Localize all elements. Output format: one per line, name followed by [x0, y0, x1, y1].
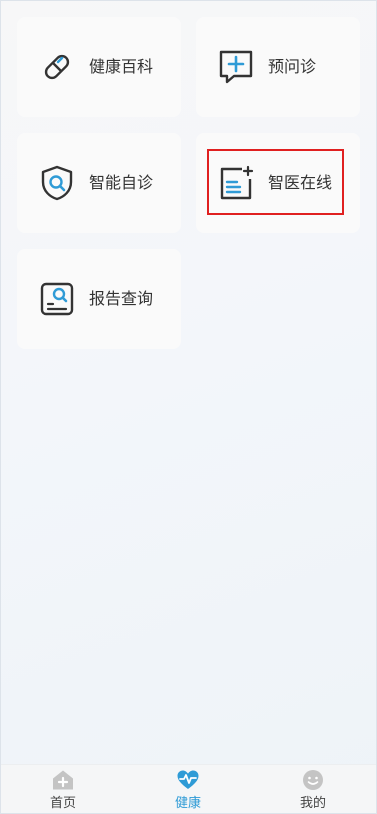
card-label: 报告查询	[89, 289, 154, 308]
card-label: 智能自诊	[89, 173, 154, 192]
bottom-tab-bar: 首页 健康 我的	[1, 764, 376, 813]
card-health-encyclopedia[interactable]: 健康百科	[17, 17, 181, 117]
shield-search-icon	[39, 164, 75, 202]
smiley-icon	[302, 769, 324, 791]
card-label: 健康百科	[89, 57, 154, 76]
tab-mine[interactable]: 我的	[263, 765, 363, 813]
card-label: 预问诊	[268, 57, 317, 76]
tab-label: 首页	[49, 796, 76, 811]
report-search-icon	[39, 280, 75, 318]
tab-label: 我的	[299, 796, 326, 811]
chat-plus-icon	[218, 48, 254, 86]
heart-pulse-icon	[177, 769, 199, 791]
card-smart-self-diagnosis[interactable]: 智能自诊	[17, 133, 181, 233]
highlight-box	[207, 149, 344, 215]
card-pre-consultation[interactable]: 预问诊	[196, 17, 360, 117]
tab-label: 健康	[174, 796, 201, 811]
card-report-query[interactable]: 报告查询	[17, 249, 181, 349]
tab-health[interactable]: 健康	[138, 765, 238, 813]
home-plus-icon	[52, 769, 74, 791]
app-frame	[0, 0, 377, 814]
capsule-icon	[39, 48, 75, 86]
tab-home[interactable]: 首页	[13, 765, 113, 813]
